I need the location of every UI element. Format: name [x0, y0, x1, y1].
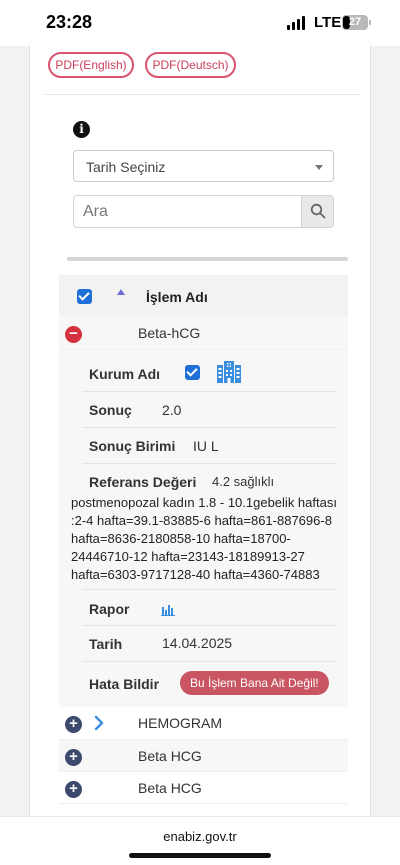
horizontal-scrollbar[interactable] — [67, 257, 348, 261]
table-row[interactable]: + Beta HCG — [59, 740, 348, 772]
row-detail-panel: Kurum Adı Sonuç 2.0 Sonuç Birimi IU L Re… — [59, 350, 348, 707]
detail-date: Tarih 14.04.2025 — [82, 626, 336, 662]
pdf-english-button[interactable]: PDF(English) — [48, 52, 134, 78]
search-input[interactable] — [74, 196, 303, 227]
sort-up-icon[interactable] — [117, 289, 125, 295]
home-indicator[interactable] — [129, 853, 271, 858]
not-mine-button[interactable]: Bu İşlem Bana Ait Değil! — [180, 671, 329, 695]
result-label: Sonuç — [89, 402, 132, 418]
results-table: İşlem Adı − Beta-hCG Kurum Adı Sonuç 2.0… — [59, 275, 348, 804]
reference-first: 4.2 sağlıklı — [212, 474, 275, 489]
unit-label: Sonuç Birimi — [89, 438, 176, 454]
date-label: Tarih — [89, 636, 123, 652]
institution-label: Kurum Adı — [89, 366, 161, 382]
row-name: Beta HCG — [138, 780, 202, 796]
row-name: Beta-hCG — [138, 325, 201, 341]
battery-icon: 27 — [342, 15, 368, 30]
date-value: 14.04.2025 — [162, 635, 233, 651]
url-label[interactable]: enabiz.gov.tr — [0, 829, 400, 844]
reference-value: postmenopozal kadın 1.8 - 10.1gebelik ha… — [71, 495, 337, 582]
network-type: LTE — [314, 14, 342, 31]
report-label: Rapor — [89, 601, 130, 617]
signal-icon — [287, 16, 305, 30]
pdf-deutsch-button[interactable]: PDF(Deutsch) — [145, 52, 236, 78]
table-header: İşlem Adı — [59, 275, 348, 317]
date-select[interactable]: Tarih Seçiniz — [73, 150, 334, 182]
unit-value: IU L — [193, 438, 219, 454]
expand-icon[interactable]: + — [65, 749, 82, 766]
expand-icon[interactable]: + — [65, 781, 82, 798]
browser-address-bar: enabiz.gov.tr — [0, 816, 400, 865]
row-name: Beta HCG — [138, 748, 202, 764]
search-icon — [310, 203, 326, 219]
detail-report: Rapor — [82, 590, 336, 626]
table-row[interactable]: + Beta HCG — [59, 772, 348, 804]
search-box — [73, 195, 334, 228]
chevron-down-icon — [315, 165, 323, 170]
hospital-building-icon[interactable] — [216, 360, 242, 384]
report-chart-icon[interactable] — [161, 602, 175, 616]
row-name: HEMOGRAM — [138, 715, 222, 731]
date-select-value: Tarih Seçiniz — [86, 159, 166, 175]
expand-icon[interactable]: + — [65, 716, 82, 733]
chevron-right-icon[interactable] — [94, 715, 104, 731]
reference-label: Referans Değeri — [89, 474, 197, 490]
info-icon[interactable]: i — [73, 121, 90, 138]
search-button[interactable] — [301, 196, 333, 227]
detail-report-error: Hata Bildir Bu İşlem Bana Ait Değil! — [82, 662, 348, 707]
select-all-checkbox[interactable] — [77, 289, 92, 304]
status-bar: 23:28 LTE 27 — [0, 0, 400, 46]
content-card: PDF(English) PDF(Deutsch) i Tarih Seçini… — [29, 46, 371, 816]
institution-checkbox[interactable] — [185, 365, 200, 380]
collapse-icon[interactable]: − — [65, 326, 82, 343]
table-row-expanded[interactable]: − Beta-hCG — [59, 317, 348, 350]
detail-unit: Sonuç Birimi IU L — [82, 428, 336, 464]
table-row[interactable]: + HEMOGRAM — [59, 707, 348, 740]
battery-level: 27 — [348, 16, 362, 28]
status-time: 23:28 — [46, 12, 93, 32]
page-content: PDF(English) PDF(Deutsch) i Tarih Seçini… — [0, 46, 400, 816]
column-header-islem-adi[interactable]: İşlem Adı — [146, 289, 208, 305]
result-value: 2.0 — [162, 402, 182, 418]
detail-reference: Referans Değeri 4.2 sağlıklı postmenopoz… — [71, 464, 339, 590]
battery-tip — [369, 20, 371, 25]
detail-result: Sonuç 2.0 — [82, 392, 336, 428]
detail-institution: Kurum Adı — [82, 350, 336, 392]
report-error-label: Hata Bildir — [89, 676, 160, 692]
divider — [44, 94, 360, 95]
reference-block: Referans Değeri 4.2 sağlıklı postmenopoz… — [71, 474, 339, 584]
